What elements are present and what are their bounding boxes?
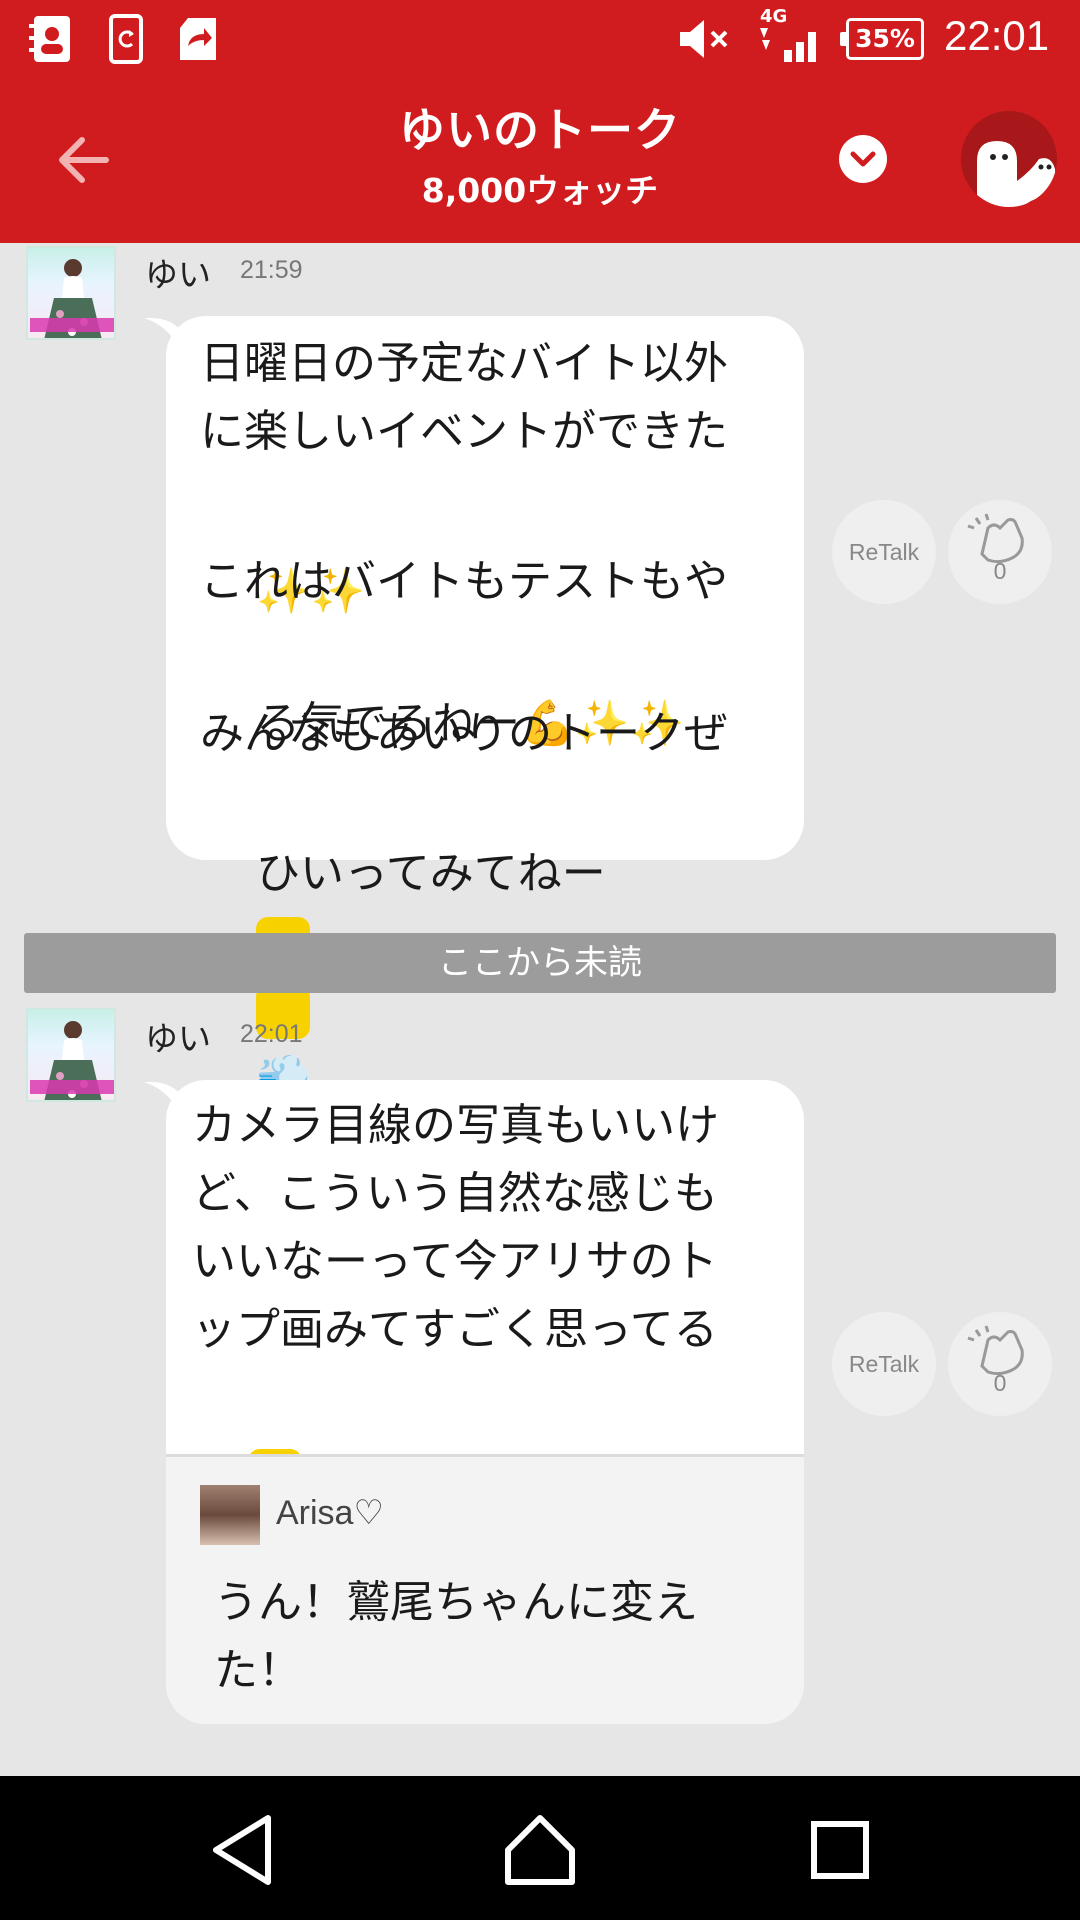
message-time: 21:59 xyxy=(240,256,303,284)
page-title: ゆいのトーク xyxy=(399,103,681,157)
message-time: 22:01 xyxy=(240,1020,303,1048)
retalk-label: ReTalk xyxy=(848,1351,920,1377)
signal-icon xyxy=(760,28,816,62)
quote-author: Arisa♡ xyxy=(276,1494,384,1532)
share-notification-icon xyxy=(180,18,216,60)
message-line: ひいってみてねー xyxy=(255,848,606,899)
message-line: 日曜日の予定なバイト以外 xyxy=(200,338,728,389)
message-bubble[interactable]: 日曜日の予定なバイト以外 に楽しいイベントができた ✨✨ これはバイトもテストも… xyxy=(166,316,804,1103)
sender-name: ゆい xyxy=(145,1019,211,1058)
user-photo-icon xyxy=(30,1021,114,1100)
app-header: ゆいのトーク 8,000ウォッチ xyxy=(0,78,1080,243)
message-line: これはバイトもテストもや xyxy=(200,556,728,607)
header-title-group: ゆいのトーク 8,000ウォッチ xyxy=(240,94,840,212)
message-line: みんなもあいりのトークぜ xyxy=(200,708,728,759)
sync-notification-icon xyxy=(109,14,143,64)
mute-icon xyxy=(680,20,728,58)
retalk-label: ReTalk xyxy=(848,539,920,565)
chevron-down-icon xyxy=(850,151,876,167)
watch-count: 8,000ウォッチ xyxy=(421,171,659,210)
unread-divider: ここから未読 xyxy=(24,933,1056,993)
message-line: カメラ目線の写真もいいけ xyxy=(192,1100,720,1151)
home-icon[interactable] xyxy=(500,1810,580,1890)
profile-button[interactable] xyxy=(961,111,1057,207)
status-bar: 4G 35% 22:01 xyxy=(0,0,1080,78)
network-type: 4G xyxy=(760,6,788,27)
quote-text: うん！鷲尾ちゃんに変えた！ xyxy=(214,1577,698,1696)
message-line: ど、こういう自然な感じも xyxy=(192,1168,718,1219)
quoted-reply[interactable]: Arisa♡ うん！鷲尾ちゃんに変えた！ xyxy=(166,1454,804,1724)
clap-count: 0 xyxy=(993,1370,1007,1396)
contacts-notification-icon xyxy=(29,16,70,62)
ghost-character-icon xyxy=(977,141,1056,207)
avatar[interactable] xyxy=(26,246,116,340)
back-arrow-icon[interactable] xyxy=(54,130,114,190)
message-line: いいなーって今アリサのト xyxy=(192,1236,718,1287)
quote-avatar xyxy=(200,1485,260,1545)
sender-name: ゆい xyxy=(145,255,211,294)
message-line: ップ画みてすごく思ってる xyxy=(192,1304,718,1355)
square-recents-icon[interactable] xyxy=(800,1810,880,1890)
system-nav-bar xyxy=(0,1776,1080,1920)
clap-count: 0 xyxy=(993,558,1007,584)
user-photo-icon xyxy=(30,259,114,338)
clock: 22:01 xyxy=(944,12,1050,59)
retalk-button[interactable]: ReTalk xyxy=(832,1312,936,1416)
dropdown-button[interactable] xyxy=(839,135,887,183)
retalk-button[interactable]: ReTalk xyxy=(832,500,936,604)
avatar[interactable] xyxy=(26,1008,116,1102)
battery-indicator: 35% xyxy=(840,18,924,60)
clap-button[interactable]: 0 xyxy=(948,1312,1052,1416)
triangle-back-icon[interactable] xyxy=(202,1810,282,1890)
message-line: に楽しいイベントができた xyxy=(200,406,728,457)
clap-button[interactable]: 0 xyxy=(948,500,1052,604)
